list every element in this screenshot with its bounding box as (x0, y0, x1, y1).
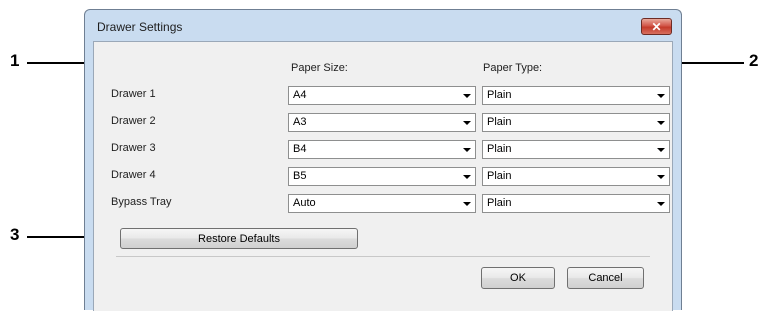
drawer-4-paper-size-select[interactable]: B5 (288, 167, 476, 186)
drawer-2-label: Drawer 2 (111, 115, 156, 127)
title-bar[interactable]: Drawer Settings ✕ (85, 10, 681, 41)
paper-type-header: Paper Type: (483, 62, 543, 74)
window-title: Drawer Settings (97, 20, 183, 34)
chevron-down-icon (657, 121, 665, 125)
chevron-down-icon (463, 148, 471, 152)
drawer-3-paper-size-select[interactable]: B4 (288, 140, 476, 159)
bypass-tray-paper-size-value: Auto (293, 197, 316, 209)
dialog-client-area: Paper Size: Paper Type: Drawer 1 A4 Plai… (93, 41, 673, 311)
drawer-settings-window: Drawer Settings ✕ Paper Size: Paper Type… (84, 9, 682, 311)
drawer-2-paper-size-select[interactable]: A3 (288, 113, 476, 132)
drawer-4-paper-type-select[interactable]: Plain (482, 167, 670, 186)
callout-3: 3 (10, 225, 20, 244)
drawer-1-paper-size-select[interactable]: A4 (288, 86, 476, 105)
chevron-down-icon (463, 202, 471, 206)
bypass-tray-paper-type-select[interactable]: Plain (482, 194, 670, 213)
chevron-down-icon (657, 148, 665, 152)
chevron-down-icon (463, 121, 471, 125)
drawer-1-paper-type-value: Plain (487, 89, 512, 101)
chevron-down-icon (463, 94, 471, 98)
drawer-3-paper-type-select[interactable]: Plain (482, 140, 670, 159)
close-button[interactable]: ✕ (641, 18, 672, 35)
bypass-tray-paper-size-select[interactable]: Auto (288, 194, 476, 213)
separator (116, 256, 650, 257)
drawer-1-paper-size-value: A4 (293, 89, 307, 101)
drawer-2-paper-type-value: Plain (487, 116, 512, 128)
paper-size-header: Paper Size: (291, 62, 348, 74)
callout-1: 1 (10, 51, 20, 70)
bypass-tray-label: Bypass Tray (111, 196, 172, 208)
restore-defaults-button[interactable]: Restore Defaults (120, 228, 358, 249)
callout-2: 2 (749, 51, 759, 70)
drawer-2-paper-size-value: A3 (293, 116, 307, 128)
drawer-3-paper-type-value: Plain (487, 143, 512, 155)
chevron-down-icon (657, 175, 665, 179)
chevron-down-icon (657, 94, 665, 98)
drawer-4-paper-type-value: Plain (487, 170, 512, 182)
drawer-4-paper-size-value: B5 (293, 170, 307, 182)
drawer-2-paper-type-select[interactable]: Plain (482, 113, 670, 132)
drawer-1-label: Drawer 1 (111, 88, 156, 100)
drawer-4-label: Drawer 4 (111, 169, 156, 181)
drawer-3-paper-size-value: B4 (293, 143, 307, 155)
cancel-button[interactable]: Cancel (567, 267, 644, 289)
chevron-down-icon (463, 175, 471, 179)
ok-button[interactable]: OK (481, 267, 555, 289)
drawer-1-paper-type-select[interactable]: Plain (482, 86, 670, 105)
drawer-3-label: Drawer 3 (111, 142, 156, 154)
chevron-down-icon (657, 202, 665, 206)
close-icon: ✕ (651, 19, 662, 34)
bypass-tray-paper-type-value: Plain (487, 197, 512, 209)
